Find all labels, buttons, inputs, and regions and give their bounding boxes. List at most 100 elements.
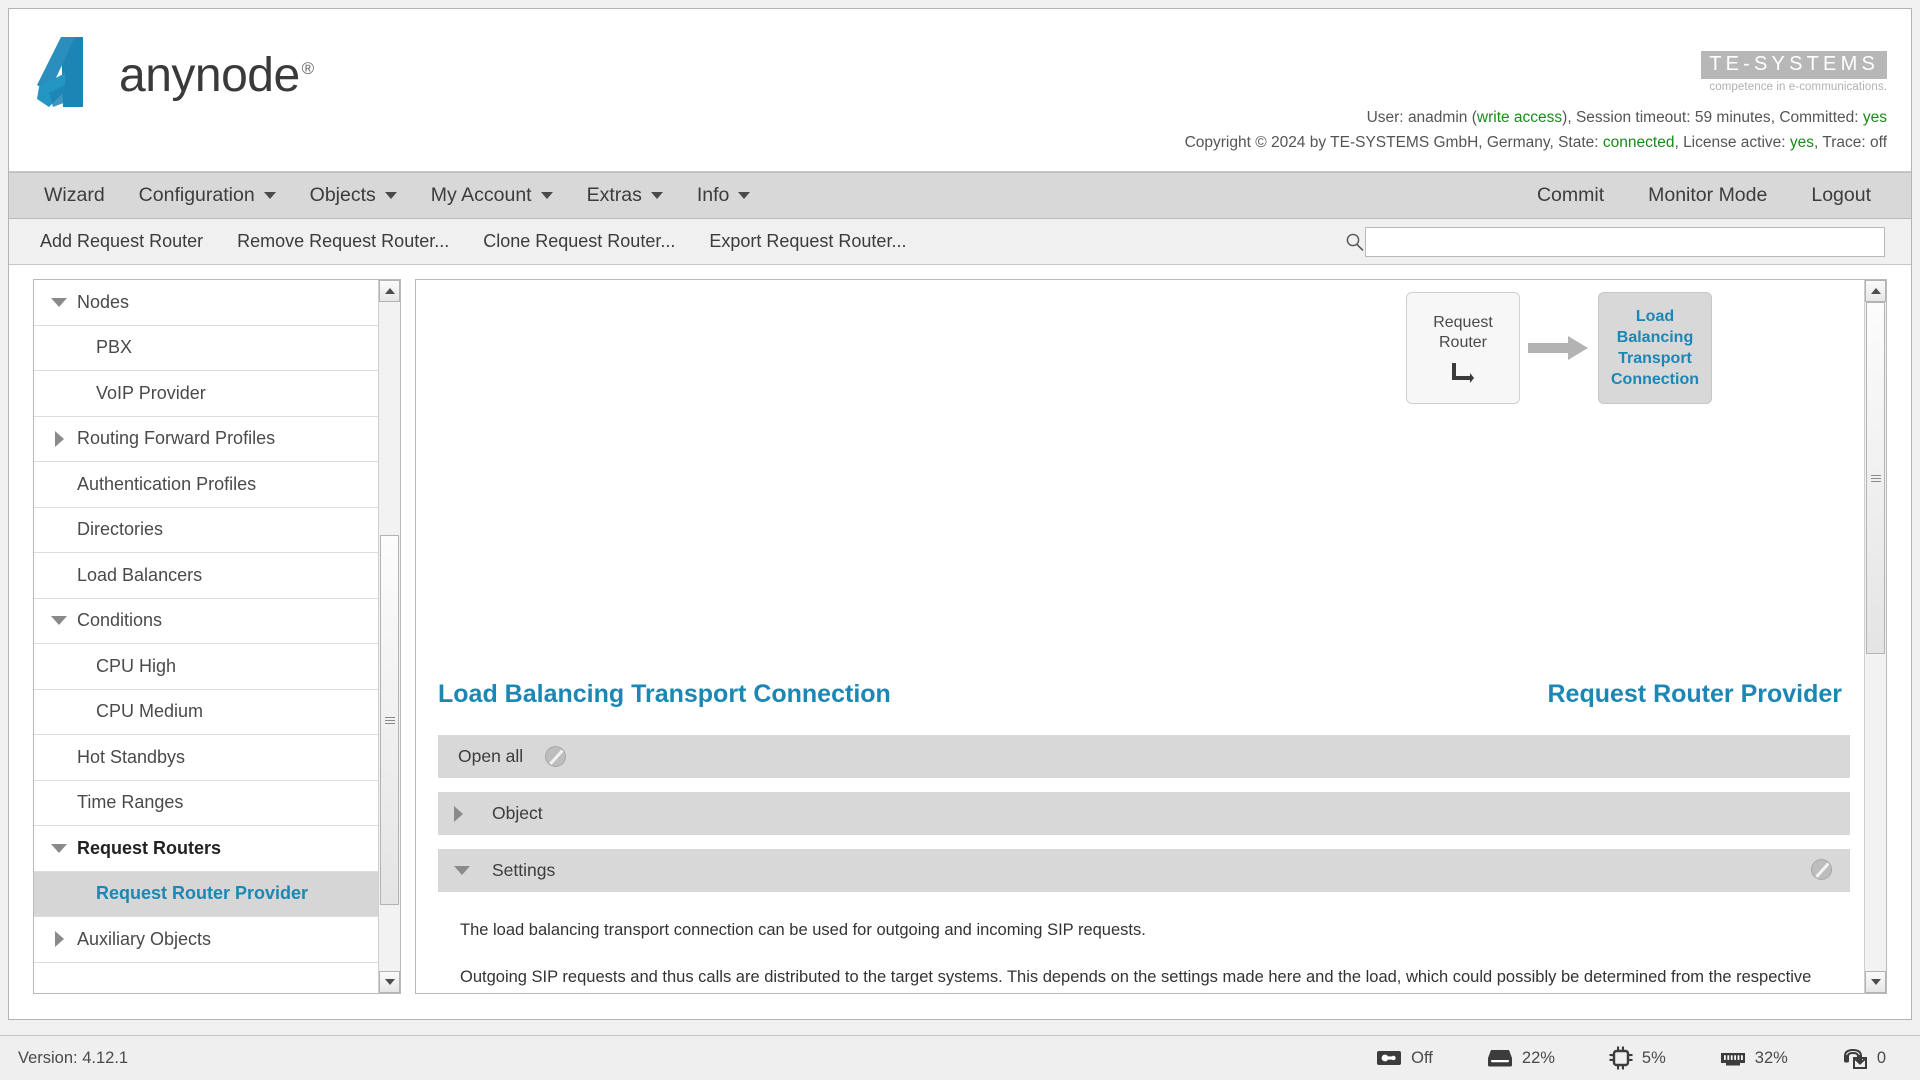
flow-box-load-balancing-transport-connection[interactable]: Load Balancing Transport Connection	[1598, 292, 1712, 404]
flow-box-request-router[interactable]: Request Router	[1406, 292, 1520, 404]
scroll-thumb[interactable]	[1866, 302, 1885, 654]
status-calls[interactable]: 0	[1842, 1046, 1886, 1070]
sidebar-item-label: Hot Standbys	[77, 746, 186, 767]
menu-item-configuration[interactable]: Configuration	[122, 173, 293, 218]
menu-item-wizard[interactable]: Wizard	[27, 173, 122, 218]
scroll-up-button[interactable]	[379, 280, 400, 302]
open-all-label: Open all	[458, 746, 524, 766]
scroll-thumb[interactable]	[380, 535, 399, 905]
detail-panel-inner: Request Router Load Balancing Transport …	[416, 280, 1864, 993]
sidebar-item-label: Time Ranges	[77, 792, 184, 813]
session-timeout-value: 59 minutes	[1694, 109, 1771, 126]
scroll-down-button[interactable]	[379, 971, 400, 993]
search-icon[interactable]	[1345, 232, 1365, 252]
flow-box-line: Transport	[1618, 350, 1692, 367]
sidebar-item-conditions[interactable]: Conditions	[34, 599, 378, 644]
sidebar-item-pbx[interactable]: PBX	[34, 326, 378, 371]
sidebar-item-routing-forward-profiles[interactable]: Routing Forward Profiles	[34, 417, 378, 462]
license-label: License active:	[1683, 134, 1786, 151]
twisty-open-icon[interactable]	[48, 843, 70, 853]
scroll-down-button[interactable]	[1865, 971, 1886, 993]
sidebar-item-nodes[interactable]: Nodes	[34, 280, 378, 326]
menu-item-label: Commit	[1536, 184, 1605, 206]
twisty-closed-icon[interactable]	[48, 931, 70, 948]
flow-box-line: Router	[1438, 334, 1488, 351]
page-title: Load Balancing Transport Connection	[438, 680, 891, 708]
object-flow-diagram: Request Router Load Balancing Transport …	[1406, 292, 1712, 404]
page-context-title: Request Router Provider	[1547, 680, 1842, 708]
committed-label: Committed:	[1779, 109, 1859, 126]
sidebar-item-voip-provider[interactable]: VoIP Provider	[34, 371, 378, 417]
sidebar-item-label: Request Routers	[77, 837, 222, 858]
sidebar-item-load-balancers[interactable]: Load Balancers	[34, 553, 378, 599]
menu-item-label: Configuration	[138, 184, 255, 206]
accordion-object[interactable]: Object	[438, 792, 1850, 835]
search-input[interactable]	[1365, 226, 1885, 257]
session-timeout-label: Session timeout:	[1575, 109, 1691, 126]
menu-item-label: Logout	[1811, 184, 1871, 206]
open-all-bar[interactable]: Open all	[438, 735, 1850, 778]
sidebar-scrollbar[interactable]	[378, 280, 400, 993]
sidebar-item-directories[interactable]: Directories	[34, 508, 378, 553]
twisty-open-icon[interactable]	[48, 616, 70, 626]
scroll-grip-icon	[1870, 473, 1881, 484]
menu-item-label: Objects	[309, 184, 376, 206]
cpu-icon	[1609, 1046, 1633, 1070]
chevron-down-icon	[650, 192, 663, 199]
sidebar-item-label: Authentication Profiles	[77, 473, 257, 494]
sidebar-item-auxiliary-objects[interactable]: Auxiliary Objects	[34, 917, 378, 963]
tape-recorder-icon	[1377, 1051, 1402, 1065]
te-systems-band: TE-SYSTEMS	[1701, 51, 1887, 79]
main-menubar: Wizard Configuration Objects My Account …	[9, 172, 1911, 219]
remove-request-router-button[interactable]: Remove Request Router...	[220, 231, 466, 252]
session-status-line2: Copyright © 2024 by TE-SYSTEMS GmbH, Ger…	[1184, 134, 1887, 151]
state-label: State:	[1558, 134, 1599, 151]
menu-item-logout[interactable]: Logout	[1789, 173, 1893, 218]
scroll-grip-icon	[384, 715, 395, 726]
anynode-logo-icon	[37, 37, 83, 107]
sidebar-item-cpu-medium[interactable]: CPU Medium	[34, 690, 378, 735]
status-cpu[interactable]: 5%	[1609, 1046, 1666, 1070]
sidebar-item-cpu-high[interactable]: CPU High	[34, 644, 378, 690]
sidebar-item-label: Conditions	[77, 610, 163, 631]
export-request-router-button[interactable]: Export Request Router...	[692, 231, 923, 252]
status-value: 5%	[1641, 1048, 1666, 1067]
clone-request-router-button[interactable]: Clone Request Router...	[466, 231, 692, 252]
registered-mark: ®	[301, 59, 315, 78]
search-area	[1345, 226, 1897, 257]
add-request-router-button[interactable]: Add Request Router	[23, 231, 220, 252]
status-memory[interactable]: 32%	[1720, 1049, 1788, 1068]
accordion-settings[interactable]: Settings	[438, 849, 1850, 892]
twisty-closed-icon[interactable]	[48, 430, 70, 447]
accordion-area: Open all Object Settings The load balanc…	[438, 735, 1850, 993]
menu-item-info[interactable]: Info	[680, 173, 768, 218]
copyright-text: Copyright © 2024 by TE-SYSTEMS GmbH, Ger…	[1184, 134, 1554, 151]
twisty-closed-icon[interactable]	[454, 805, 474, 822]
menu-item-objects[interactable]: Objects	[293, 173, 414, 218]
twisty-open-icon[interactable]	[454, 866, 474, 875]
sidebar-item-label: Nodes	[77, 291, 130, 312]
menu-item-my-account[interactable]: My Account	[414, 173, 570, 218]
toolbar-item-label: Export Request Router...	[709, 231, 907, 251]
scroll-up-button[interactable]	[1865, 280, 1886, 302]
sidebar-item-request-router-provider[interactable]: Request Router Provider	[34, 871, 378, 917]
chevron-down-icon	[384, 192, 397, 199]
menu-item-extras[interactable]: Extras	[570, 173, 680, 218]
menu-item-commit[interactable]: Commit	[1515, 173, 1626, 218]
sidebar-item-label: Routing Forward Profiles	[77, 428, 276, 449]
sidebar-item-hot-standbys[interactable]: Hot Standbys	[34, 735, 378, 781]
sidebar-item-authentication-profiles[interactable]: Authentication Profiles	[34, 462, 378, 508]
twisty-open-icon[interactable]	[48, 297, 70, 307]
status-recording[interactable]: Off	[1376, 1049, 1433, 1068]
version-value: 4.12.1	[82, 1048, 129, 1067]
menu-item-monitor-mode[interactable]: Monitor Mode	[1626, 173, 1789, 218]
write-access-badge: write access	[1476, 109, 1563, 126]
session-status: User: anadmin (write access), Session ti…	[1185, 105, 1887, 155]
detail-scrollbar[interactable]	[1864, 280, 1886, 993]
anynode-logo: anynode ®	[35, 35, 314, 109]
status-value: 0	[1876, 1048, 1886, 1067]
sidebar-item-request-routers[interactable]: Request Routers	[34, 826, 378, 872]
status-disk[interactable]: 22%	[1487, 1048, 1555, 1068]
menu-item-label: Info	[696, 184, 730, 206]
sidebar-item-time-ranges[interactable]: Time Ranges	[34, 781, 378, 826]
